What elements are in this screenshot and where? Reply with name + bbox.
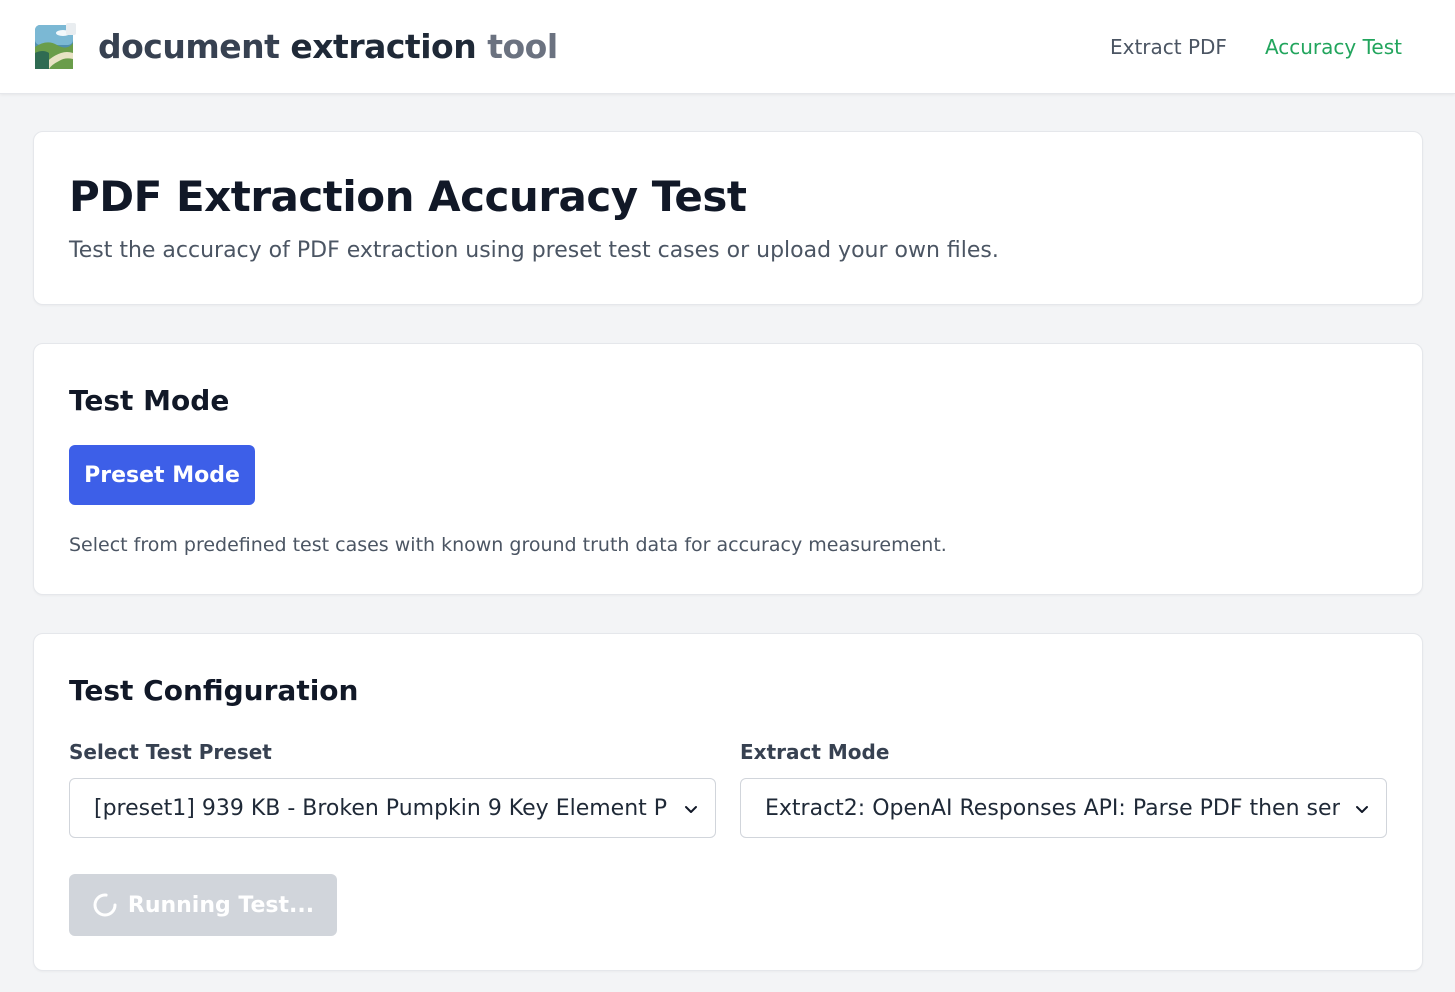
- nav-links: Extract PDF Accuracy Test: [1110, 35, 1402, 59]
- test-mode-description: Select from predefined test cases with k…: [69, 534, 947, 556]
- logo-icon: [35, 22, 76, 69]
- brand[interactable]: document extraction tool: [35, 22, 558, 71]
- chevron-down-icon: [685, 806, 697, 813]
- preset-select[interactable]: [preset1] 939 KB - Broken Pumpkin 9 Key …: [69, 778, 716, 838]
- chevron-down-icon: [1356, 806, 1368, 813]
- brand-name: document extraction tool: [98, 27, 558, 66]
- brand-word-extraction: extraction: [290, 27, 477, 66]
- extract-mode-select[interactable]: Extract2: OpenAI Responses API: Parse PD…: [740, 778, 1387, 838]
- preset-select-label: Select Test Preset: [69, 740, 272, 764]
- nav-accuracy-test[interactable]: Accuracy Test: [1265, 35, 1402, 59]
- test-mode-title: Test Mode: [69, 384, 230, 417]
- page-title: PDF Extraction Accuracy Test: [69, 172, 747, 221]
- test-mode-card: Test Mode Preset Mode Select from predef…: [33, 343, 1423, 595]
- brand-word-document: document: [98, 27, 280, 66]
- test-configuration-card: Test Configuration Select Test Preset [p…: [33, 633, 1423, 971]
- extract-mode-select-value: Extract2: OpenAI Responses API: Parse PD…: [765, 795, 1340, 821]
- preset-select-value: [preset1] 939 KB - Broken Pumpkin 9 Key …: [94, 795, 669, 821]
- nav-extract-pdf[interactable]: Extract PDF: [1110, 35, 1227, 59]
- preset-mode-button[interactable]: Preset Mode: [69, 445, 255, 505]
- run-test-button[interactable]: Running Test...: [69, 874, 337, 936]
- spinner-icon: [93, 893, 117, 917]
- test-configuration-title: Test Configuration: [69, 674, 359, 707]
- extract-mode-label: Extract Mode: [740, 740, 890, 764]
- intro-card: PDF Extraction Accuracy Test Test the ac…: [33, 131, 1423, 305]
- top-navbar: document extraction tool Extract PDF Acc…: [0, 0, 1455, 94]
- page-description: Test the accuracy of PDF extraction usin…: [69, 238, 999, 263]
- run-test-button-label: Running Test...: [127, 892, 315, 918]
- brand-word-tool: tool: [487, 27, 558, 66]
